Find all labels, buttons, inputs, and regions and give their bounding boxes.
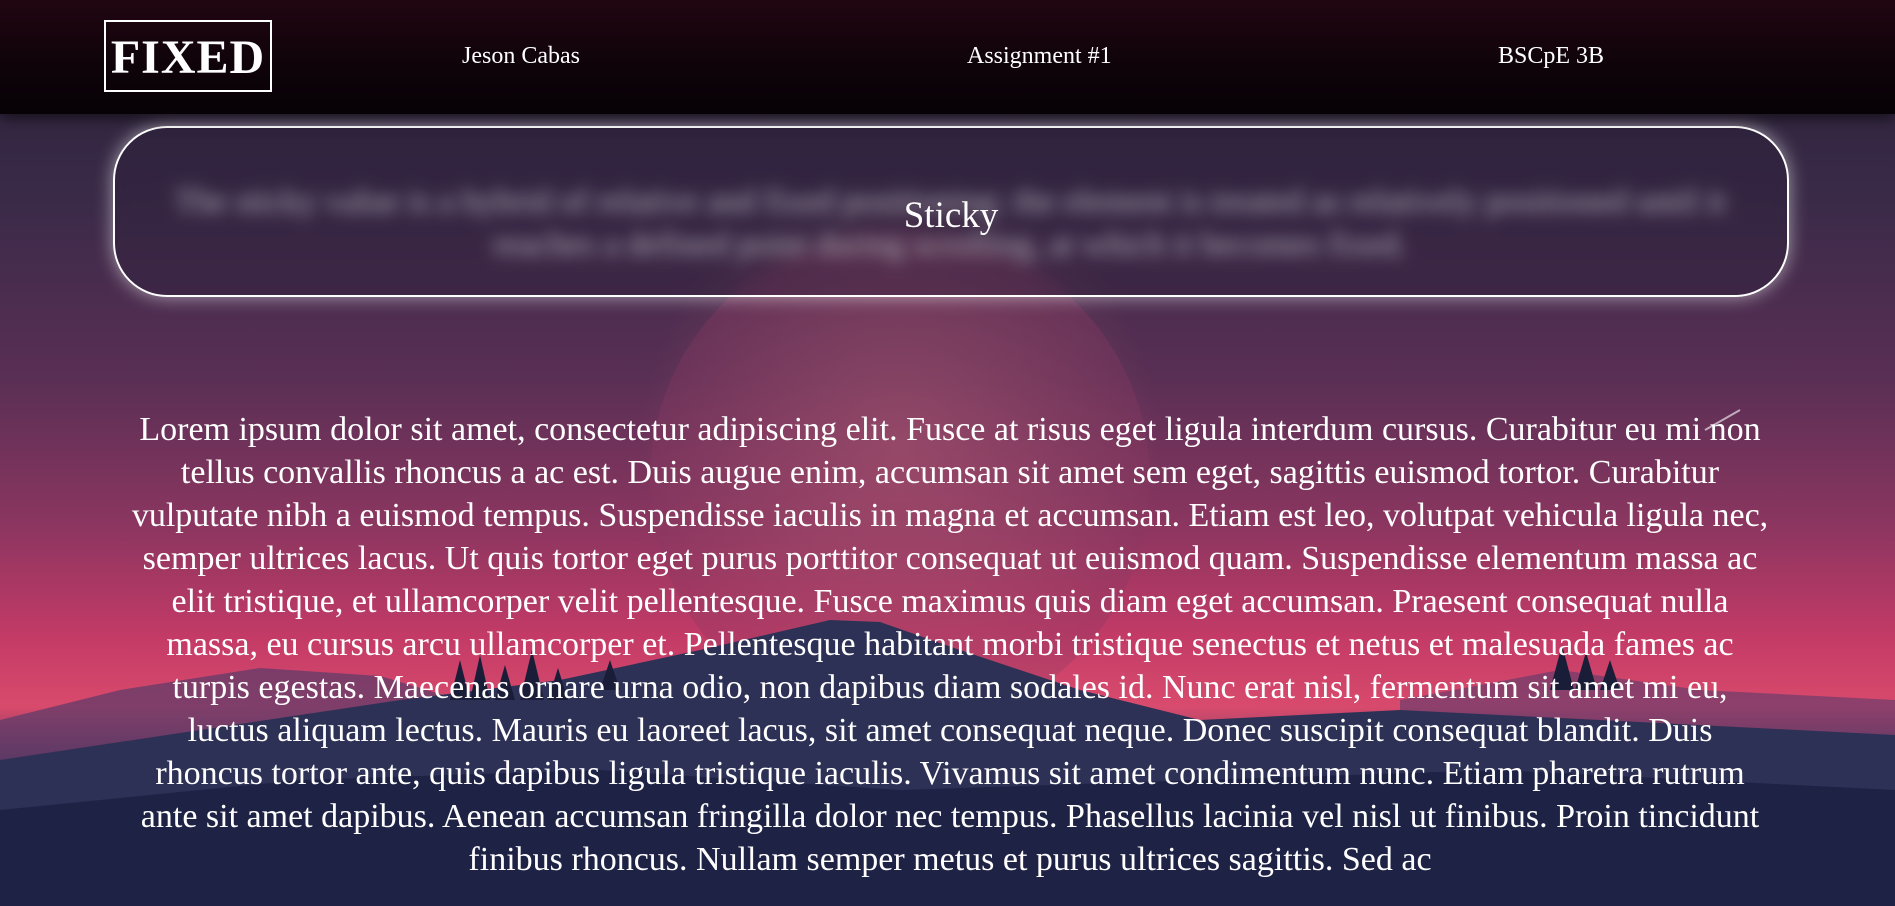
sticky-box: Sticky <box>113 126 1789 297</box>
nav-link-section[interactable]: BSCpE 3B <box>1498 40 1604 72</box>
sticky-label: Sticky <box>903 195 999 236</box>
nav-link-name[interactable]: Jeson Cabas <box>462 40 580 72</box>
fixed-logo[interactable]: FIXED <box>104 20 272 92</box>
lorem-paragraph: Lorem ipsum dolor sit amet, consectetur … <box>131 411 1769 878</box>
top-navbar: FIXED Jeson Cabas Assignment #1 BSCpE 3B <box>0 0 1895 114</box>
nav-link-assignment[interactable]: Assignment #1 <box>967 40 1112 72</box>
